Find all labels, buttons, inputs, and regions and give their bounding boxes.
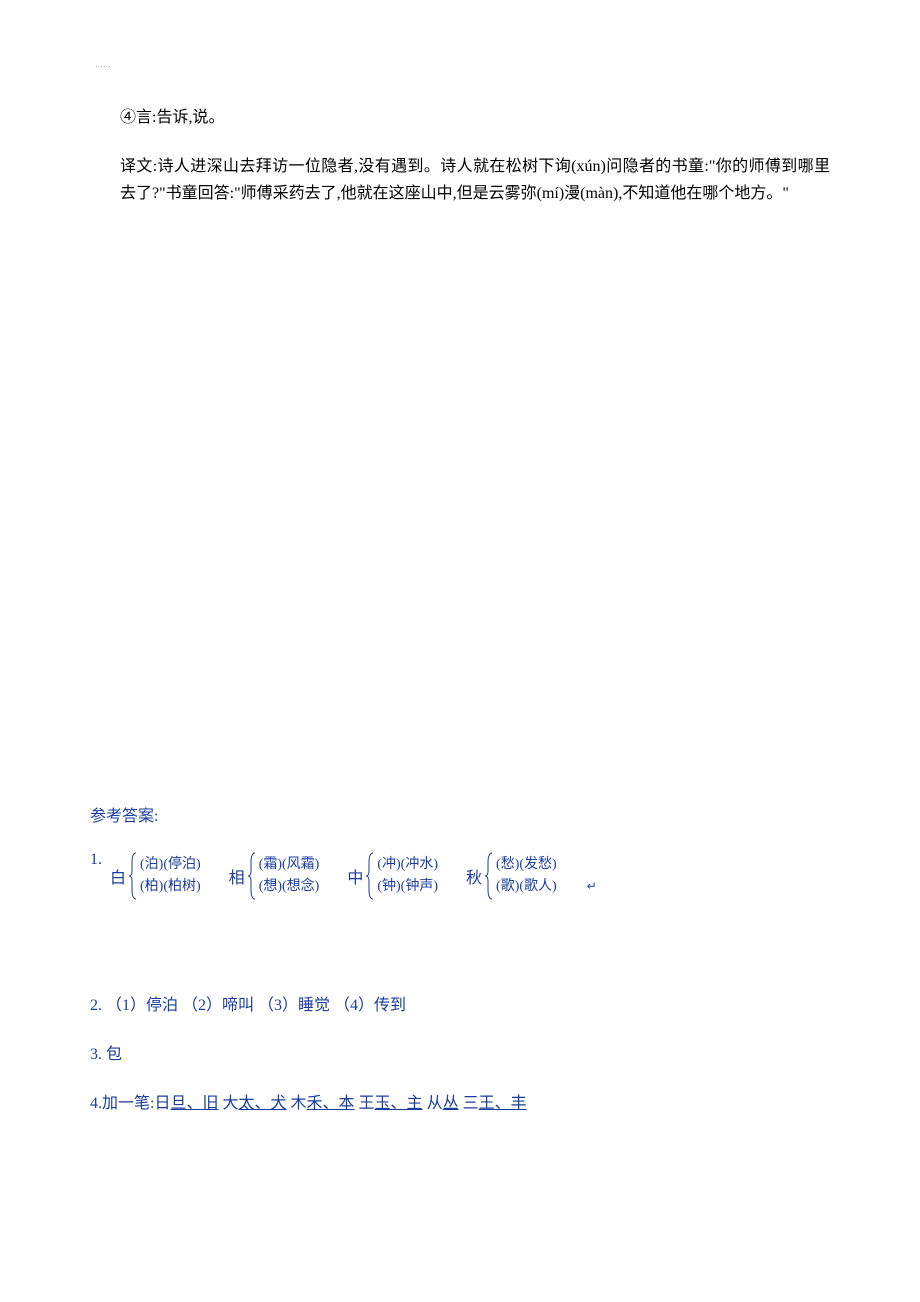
spacer: [90, 951, 830, 991]
brace-item: (钟)(钟声): [377, 876, 438, 898]
answer-4-p3: 从: [423, 1095, 443, 1112]
answer-1: 1. 白 (泊)(停泊) (柏)(柏树) 相 (霜)(风霜) (想)(想念) 中: [90, 851, 830, 901]
brace-group-1: 相 (霜)(风霜) (想)(想念): [229, 851, 320, 901]
brace-icon: [128, 851, 140, 901]
translation-paragraph: 译文:诗人进深山去拜访一位隐者,没有遇到。诗人就在松树下询(xún)问隐者的书童…: [120, 153, 830, 207]
brace-group-3: 秋 (愁)(发愁) (歌)(歌人): [466, 851, 557, 901]
left-brace-icon: [247, 851, 259, 901]
brace-label: 相: [229, 864, 245, 888]
enter-symbol-icon: ↵: [587, 879, 597, 894]
spacer: [90, 207, 830, 802]
answer-1-number: 1.: [90, 851, 102, 869]
brace-items: (冲)(冲水) (钟)(钟声): [377, 854, 438, 899]
answer-4-p4: 三: [459, 1095, 479, 1112]
brace-item: (愁)(发愁): [496, 854, 557, 876]
brace-item: (歌)(歌人): [496, 876, 557, 898]
brace-item: (霜)(风霜): [259, 854, 320, 876]
ellipsis-dots: ……: [95, 60, 830, 69]
brace-items: (愁)(发愁) (歌)(歌人): [496, 854, 557, 899]
answer-4-u0: 旦、旧: [170, 1095, 218, 1112]
answer-4-u4: 丛: [443, 1095, 459, 1112]
answer-3: 3. 包: [90, 1040, 830, 1064]
brace-item: (泊)(停泊): [140, 854, 201, 876]
brace-item: (柏)(柏树): [140, 876, 201, 898]
answer-4-u1: 太、犬: [238, 1095, 286, 1112]
brace-label: 白: [110, 864, 126, 888]
brace-item: (想)(想念): [259, 876, 320, 898]
brace-label: 中: [347, 864, 363, 888]
brace-label: 秋: [466, 864, 482, 888]
answer-2: 2. （1）停泊 （2）啼叫 （3）睡觉 （4）传到: [90, 991, 830, 1015]
brace-icon: [484, 851, 496, 901]
answer-4: 4.加一笔:日旦、旧 大太、犬 木禾、本 王玉、主 从丛 三王、丰: [90, 1089, 830, 1113]
answer-4-u3: 玉、主: [375, 1095, 423, 1112]
answer-4-u2: 禾、本: [307, 1095, 355, 1112]
brace-icon: [365, 851, 377, 901]
brace-group-2: 中 (冲)(冲水) (钟)(钟声): [347, 851, 438, 901]
brace-item: (冲)(冲水): [377, 854, 438, 876]
left-brace-icon: [484, 851, 496, 901]
brace-items: (霜)(风霜) (想)(想念): [259, 854, 320, 899]
brace-icon: [247, 851, 259, 901]
answer-4-p0: 大: [218, 1095, 238, 1112]
answer-4-p1: 木: [287, 1095, 307, 1112]
answer-4-prefix: 4.加一笔:日: [90, 1095, 170, 1112]
answer-4-u5: 王、丰: [479, 1095, 527, 1112]
left-brace-icon: [128, 851, 140, 901]
paragraph-note-4: ④言:告诉,说。: [120, 104, 830, 133]
brace-group-0: 白 (泊)(停泊) (柏)(柏树): [110, 851, 201, 901]
left-brace-icon: [365, 851, 377, 901]
answer-heading: 参考答案:: [90, 802, 830, 826]
brace-items: (泊)(停泊) (柏)(柏树): [140, 854, 201, 899]
answer-4-p2: 王: [355, 1095, 375, 1112]
